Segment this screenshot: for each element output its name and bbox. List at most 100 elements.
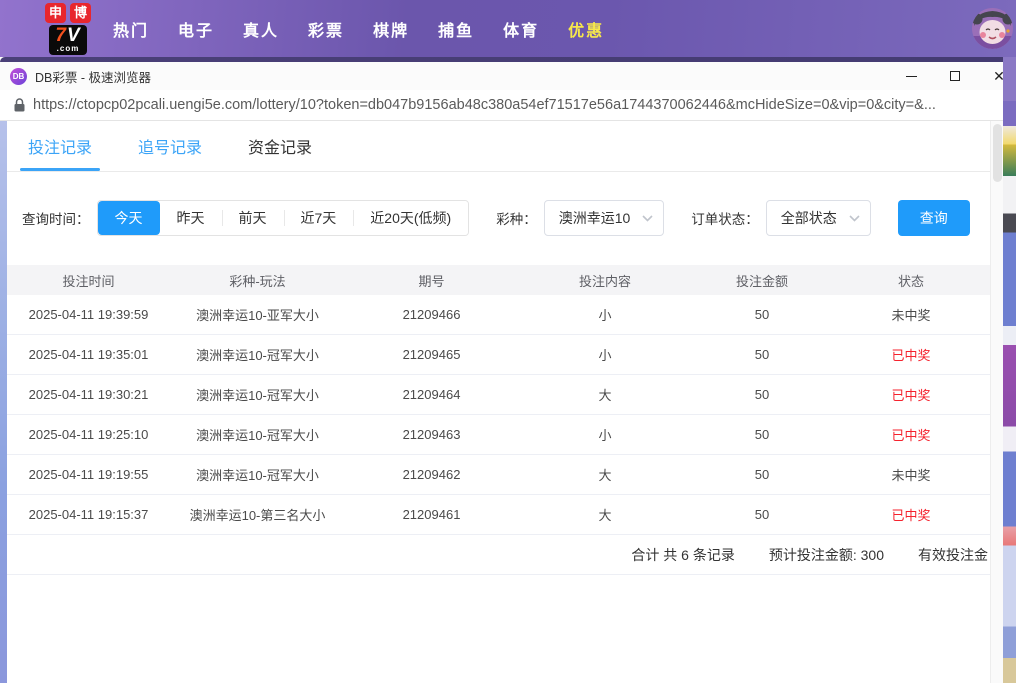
table-body: 2025-04-11 19:39:59 澳洲幸运10-亚军大小 21209466… <box>7 295 990 535</box>
column-header-4: 投注金额 <box>692 271 832 290</box>
logo-badge-bo: 博 <box>70 3 91 23</box>
page-background-left-strip <box>0 121 7 683</box>
site-logo[interactable]: 申 博 7V .com <box>45 3 91 55</box>
time-range-group: 今天昨天前天近7天近20天(低频) <box>97 200 470 236</box>
nav-item-7[interactable]: 优惠 <box>568 17 604 41</box>
table-header-row: 投注时间彩种-玩法期号投注内容投注金额状态 <box>7 265 990 295</box>
game-play-cell: 澳洲幸运10-亚军大小 <box>170 305 345 324</box>
order-status-select-value: 全部状态 <box>781 208 837 228</box>
bet-time-cell: 2025-04-11 19:39:59 <box>7 307 170 322</box>
column-header-1: 彩种-玩法 <box>170 271 345 290</box>
lottery-select[interactable]: 澳洲幸运10 <box>544 200 665 236</box>
lock-icon <box>14 98 25 112</box>
bet-amount-cell: 50 <box>692 467 832 482</box>
table-row[interactable]: 2025-04-11 19:35:01 澳洲幸运10-冠军大小 21209465… <box>7 335 990 375</box>
nav-item-3[interactable]: 彩票 <box>308 17 344 41</box>
order-status-select[interactable]: 全部状态 <box>766 200 871 236</box>
status-cell: 已中奖 <box>832 425 990 444</box>
time-option-0[interactable]: 今天 <box>98 201 160 235</box>
table-summary-row: 合计 共 6 条记录 预计投注金额: 300 有效投注金 <box>7 535 990 575</box>
issue-number-cell: 21209466 <box>345 307 518 322</box>
logo-badge-shen: 申 <box>45 3 66 23</box>
site-top-nav: 申 博 7V .com 热门 电子 真人 彩票 棋牌 捕鱼 体育 优惠 <box>0 0 1016 57</box>
bet-records-table: 投注时间彩种-玩法期号投注内容投注金额状态 2025-04-11 19:39:5… <box>7 265 990 575</box>
lottery-record-panel: 投注记录 追号记录 资金记录 查询时间： 今天昨天前天近7天近20天(低频) 彩… <box>7 121 990 683</box>
lottery-filter-label: 彩种： <box>496 208 537 228</box>
bet-amount-cell: 50 <box>692 507 832 522</box>
bet-amount-cell: 50 <box>692 307 832 322</box>
nav-item-1[interactable]: 电子 <box>178 17 214 41</box>
page-scrollbar[interactable] <box>990 121 1003 683</box>
avatar-image <box>972 8 1013 49</box>
status-cell: 已中奖 <box>832 385 990 404</box>
game-play-cell: 澳洲幸运10-冠军大小 <box>170 425 345 444</box>
bet-time-cell: 2025-04-11 19:25:10 <box>7 427 170 442</box>
nav-menu: 热门 电子 真人 彩票 棋牌 捕鱼 体育 优惠 <box>113 17 633 41</box>
bet-time-cell: 2025-04-11 19:35:01 <box>7 347 170 362</box>
time-option-4[interactable]: 近20天(低频) <box>353 201 468 235</box>
summary-total-count: 合计 共 6 条记录 <box>631 545 734 565</box>
status-cell: 未中奖 <box>832 465 990 484</box>
bet-time-cell: 2025-04-11 19:15:37 <box>7 507 170 522</box>
scrollbar-thumb[interactable] <box>993 124 1002 182</box>
underlying-page-right-strip <box>1003 57 1016 683</box>
nav-item-5[interactable]: 捕鱼 <box>438 17 474 41</box>
nav-item-2[interactable]: 真人 <box>243 17 279 41</box>
issue-number-cell: 21209461 <box>345 507 518 522</box>
logo-suffix: .com <box>55 45 80 53</box>
table-row[interactable]: 2025-04-11 19:25:10 澳洲幸运10-冠军大小 21209463… <box>7 415 990 455</box>
browser-window-title: DB彩票 - 极速浏览器 <box>35 67 151 86</box>
minimize-button[interactable] <box>904 69 918 83</box>
browser-titlebar[interactable]: DB DB彩票 - 极速浏览器 <box>0 62 1003 90</box>
search-button[interactable]: 查询 <box>898 200 970 236</box>
logo-badges: 申 博 <box>45 3 91 23</box>
table-row[interactable]: 2025-04-11 19:19:55 澳洲幸运10-冠军大小 21209462… <box>7 455 990 495</box>
bet-content-cell: 小 <box>518 345 692 364</box>
browser-urlbar[interactable]: https://ctopcp02pcali.uengi5e.com/lotter… <box>0 90 1003 121</box>
tab-chase-records[interactable]: 追号记录 <box>138 134 202 158</box>
time-option-3[interactable]: 近7天 <box>284 201 354 235</box>
url-text[interactable]: https://ctopcp02pcali.uengi5e.com/lotter… <box>33 97 936 113</box>
tab-fund-records[interactable]: 资金记录 <box>248 134 312 158</box>
issue-number-cell: 21209463 <box>345 427 518 442</box>
game-play-cell: 澳洲幸运10-冠军大小 <box>170 465 345 484</box>
game-play-cell: 澳洲幸运10-冠军大小 <box>170 345 345 364</box>
browser-app-icon: DB <box>10 68 27 85</box>
column-header-5: 状态 <box>832 271 990 290</box>
user-avatar[interactable] <box>972 8 1013 49</box>
bet-content-cell: 大 <box>518 465 692 484</box>
active-tab-underline <box>20 168 100 171</box>
window-controls: ✕ <box>904 62 1006 90</box>
bet-amount-cell: 50 <box>692 387 832 402</box>
bet-content-cell: 大 <box>518 505 692 524</box>
status-cell: 未中奖 <box>832 305 990 324</box>
tab-bet-records[interactable]: 投注记录 <box>28 134 92 158</box>
issue-number-cell: 21209465 <box>345 347 518 362</box>
status-cell: 已中奖 <box>832 505 990 524</box>
maximize-button[interactable] <box>948 69 962 83</box>
time-option-2[interactable]: 前天 <box>222 201 284 235</box>
bet-time-cell: 2025-04-11 19:30:21 <box>7 387 170 402</box>
bet-amount-cell: 50 <box>692 427 832 442</box>
issue-number-cell: 21209462 <box>345 467 518 482</box>
lottery-select-value: 澳洲幸运10 <box>559 208 631 228</box>
nav-item-0[interactable]: 热门 <box>113 17 149 41</box>
table-row[interactable]: 2025-04-11 19:30:21 澳洲幸运10-冠军大小 21209464… <box>7 375 990 415</box>
table-row[interactable]: 2025-04-11 19:39:59 澳洲幸运10-亚军大小 21209466… <box>7 295 990 335</box>
table-row[interactable]: 2025-04-11 19:15:37 澳洲幸运10-第三名大小 2120946… <box>7 495 990 535</box>
bet-content-cell: 小 <box>518 425 692 444</box>
game-play-cell: 澳洲幸运10-冠军大小 <box>170 385 345 404</box>
nav-item-6[interactable]: 体育 <box>503 17 539 41</box>
column-header-0: 投注时间 <box>7 271 170 290</box>
filter-bar: 查询时间： 今天昨天前天近7天近20天(低频) 彩种： 澳洲幸运10 订单状态：… <box>22 200 990 236</box>
summary-expected-amount: 预计投注金额: 300 <box>769 545 884 565</box>
nav-item-4[interactable]: 棋牌 <box>373 17 409 41</box>
record-tabs: 投注记录 追号记录 资金记录 <box>7 121 990 172</box>
column-header-2: 期号 <box>345 271 518 290</box>
bet-time-cell: 2025-04-11 19:19:55 <box>7 467 170 482</box>
chevron-down-icon <box>849 215 860 222</box>
status-filter-label: 订单状态： <box>691 208 759 228</box>
logo-box: 7V .com <box>49 25 86 55</box>
time-option-1[interactable]: 昨天 <box>160 201 222 235</box>
column-header-3: 投注内容 <box>518 271 692 290</box>
